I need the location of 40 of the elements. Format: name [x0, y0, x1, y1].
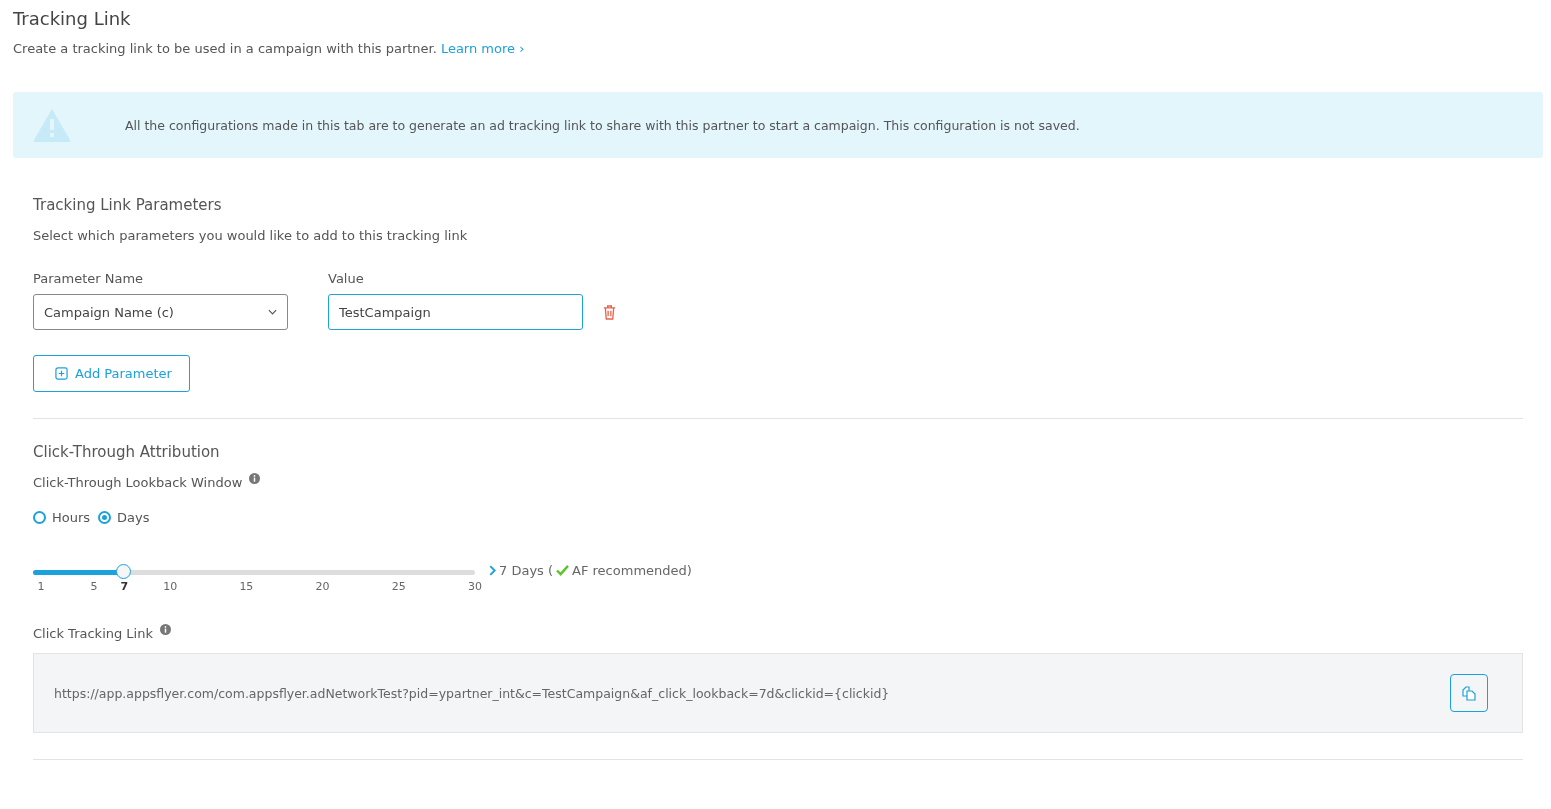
radio-circle[interactable] [33, 511, 46, 524]
field-label: Click-Through Lookback Window [33, 475, 243, 490]
chevron-down-icon [268, 309, 277, 315]
slider-tick-label: 30 [468, 580, 482, 593]
slider-thumb[interactable] [116, 564, 132, 579]
copy-button[interactable] [1450, 674, 1488, 712]
warning-icon [32, 107, 72, 143]
slider-tick-label: 15 [239, 580, 254, 593]
slider-tick-label: 5 [90, 580, 98, 593]
value-field[interactable]: TestCampaign [328, 294, 583, 330]
section-description: Select which parameters you would like to add to this tracking link [33, 228, 469, 243]
copy-icon [1461, 685, 1477, 701]
radio-label: Hours [52, 510, 91, 525]
page-title: Tracking Link [13, 8, 132, 29]
section-title: Tracking Link Parameters [33, 196, 223, 214]
plus-square-icon [55, 367, 68, 380]
trash-icon[interactable] [603, 304, 616, 320]
field-label: Click Tracking Link [33, 626, 153, 641]
slider-value: 7 Days ( [499, 563, 554, 578]
radio-label: Days [117, 510, 150, 525]
chevron-right-icon [489, 565, 496, 576]
slider-tick-label: 7 [120, 580, 129, 593]
radio-circle[interactable] [98, 511, 112, 524]
slider-tick-label: 1 [37, 580, 45, 593]
info-icon[interactable] [160, 624, 171, 635]
field-label: Parameter Name [33, 271, 145, 286]
parameter-dropdown[interactable]: Campaign Name (c) [33, 294, 288, 330]
banner-text: All the configurations made in this tab are to generate an ad tracking link to share with this partner to start a campaign. This configuration is not saved. [125, 117, 1080, 133]
tracking-link-url: https://app.appsflyer.com/com.appsflyer.adNetworkTest?pid=ypartner_int&c=TestCampaign&af_click_lookback=7d&clickid={clickid} [54, 685, 890, 701]
slider-tick-label: 10 [163, 580, 178, 593]
page-description: Create a tracking link to be used in a campaign with this partner. [13, 41, 437, 56]
recommendation-text: AF recommended) [572, 563, 692, 578]
info-icon[interactable] [249, 473, 261, 484]
unit-radio[interactable]: Days [98, 510, 150, 525]
section-title: Click-Through Attribution [33, 443, 221, 461]
slider-tick-label: 20 [315, 580, 330, 593]
unit-radio[interactable]: Hours [33, 510, 91, 525]
slider-tick-label: 25 [391, 580, 406, 593]
field-label: Value [328, 271, 364, 286]
checkmark-icon [556, 565, 570, 576]
